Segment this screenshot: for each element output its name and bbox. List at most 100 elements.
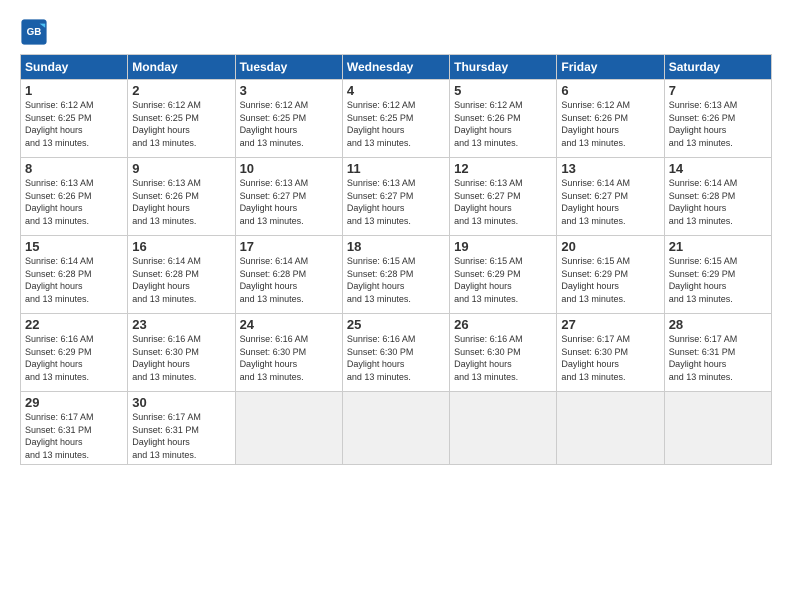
weekday-header: Thursday (450, 55, 557, 80)
day-number: 20 (561, 239, 659, 254)
calendar: SundayMondayTuesdayWednesdayThursdayFrid… (20, 54, 772, 465)
day-number: 14 (669, 161, 767, 176)
weekday-header: Monday (128, 55, 235, 80)
day-number: 15 (25, 239, 123, 254)
day-number: 10 (240, 161, 338, 176)
day-info: Sunrise: 6:17 AMSunset: 6:31 PMDaylight … (132, 411, 230, 461)
calendar-cell: 13Sunrise: 6:14 AMSunset: 6:27 PMDayligh… (557, 158, 664, 236)
calendar-cell: 1Sunrise: 6:12 AMSunset: 6:25 PMDaylight… (21, 80, 128, 158)
calendar-cell: 18Sunrise: 6:15 AMSunset: 6:28 PMDayligh… (342, 236, 449, 314)
calendar-cell: 10Sunrise: 6:13 AMSunset: 6:27 PMDayligh… (235, 158, 342, 236)
day-number: 29 (25, 395, 123, 410)
calendar-cell: 26Sunrise: 6:16 AMSunset: 6:30 PMDayligh… (450, 314, 557, 392)
logo: GB (20, 18, 50, 46)
calendar-cell: 3Sunrise: 6:12 AMSunset: 6:25 PMDaylight… (235, 80, 342, 158)
weekday-header: Saturday (664, 55, 771, 80)
day-info: Sunrise: 6:12 AMSunset: 6:25 PMDaylight … (132, 99, 230, 149)
day-number: 26 (454, 317, 552, 332)
calendar-cell: 27Sunrise: 6:17 AMSunset: 6:30 PMDayligh… (557, 314, 664, 392)
day-info: Sunrise: 6:12 AMSunset: 6:25 PMDaylight … (347, 99, 445, 149)
calendar-cell: 23Sunrise: 6:16 AMSunset: 6:30 PMDayligh… (128, 314, 235, 392)
header: GB (20, 18, 772, 46)
day-number: 8 (25, 161, 123, 176)
day-number: 16 (132, 239, 230, 254)
day-info: Sunrise: 6:14 AMSunset: 6:28 PMDaylight … (240, 255, 338, 305)
calendar-cell: 16Sunrise: 6:14 AMSunset: 6:28 PMDayligh… (128, 236, 235, 314)
day-number: 24 (240, 317, 338, 332)
calendar-cell (557, 392, 664, 465)
logo-icon: GB (20, 18, 48, 46)
calendar-cell: 22Sunrise: 6:16 AMSunset: 6:29 PMDayligh… (21, 314, 128, 392)
calendar-cell: 12Sunrise: 6:13 AMSunset: 6:27 PMDayligh… (450, 158, 557, 236)
day-number: 9 (132, 161, 230, 176)
day-number: 18 (347, 239, 445, 254)
day-info: Sunrise: 6:15 AMSunset: 6:29 PMDaylight … (561, 255, 659, 305)
calendar-week-row: 8Sunrise: 6:13 AMSunset: 6:26 PMDaylight… (21, 158, 772, 236)
day-number: 12 (454, 161, 552, 176)
day-number: 7 (669, 83, 767, 98)
day-info: Sunrise: 6:16 AMSunset: 6:30 PMDaylight … (132, 333, 230, 383)
calendar-cell: 2Sunrise: 6:12 AMSunset: 6:25 PMDaylight… (128, 80, 235, 158)
day-info: Sunrise: 6:13 AMSunset: 6:27 PMDaylight … (240, 177, 338, 227)
calendar-cell (664, 392, 771, 465)
day-info: Sunrise: 6:12 AMSunset: 6:25 PMDaylight … (240, 99, 338, 149)
calendar-cell: 4Sunrise: 6:12 AMSunset: 6:25 PMDaylight… (342, 80, 449, 158)
calendar-cell: 20Sunrise: 6:15 AMSunset: 6:29 PMDayligh… (557, 236, 664, 314)
day-info: Sunrise: 6:12 AMSunset: 6:26 PMDaylight … (454, 99, 552, 149)
weekday-header: Friday (557, 55, 664, 80)
day-info: Sunrise: 6:13 AMSunset: 6:26 PMDaylight … (25, 177, 123, 227)
day-info: Sunrise: 6:15 AMSunset: 6:28 PMDaylight … (347, 255, 445, 305)
calendar-cell: 15Sunrise: 6:14 AMSunset: 6:28 PMDayligh… (21, 236, 128, 314)
calendar-cell: 28Sunrise: 6:17 AMSunset: 6:31 PMDayligh… (664, 314, 771, 392)
day-number: 5 (454, 83, 552, 98)
day-number: 21 (669, 239, 767, 254)
calendar-cell: 24Sunrise: 6:16 AMSunset: 6:30 PMDayligh… (235, 314, 342, 392)
day-number: 27 (561, 317, 659, 332)
day-number: 6 (561, 83, 659, 98)
calendar-cell: 5Sunrise: 6:12 AMSunset: 6:26 PMDaylight… (450, 80, 557, 158)
day-number: 22 (25, 317, 123, 332)
day-info: Sunrise: 6:17 AMSunset: 6:31 PMDaylight … (25, 411, 123, 461)
day-info: Sunrise: 6:13 AMSunset: 6:27 PMDaylight … (454, 177, 552, 227)
day-info: Sunrise: 6:14 AMSunset: 6:28 PMDaylight … (669, 177, 767, 227)
day-info: Sunrise: 6:14 AMSunset: 6:27 PMDaylight … (561, 177, 659, 227)
day-number: 17 (240, 239, 338, 254)
calendar-cell: 6Sunrise: 6:12 AMSunset: 6:26 PMDaylight… (557, 80, 664, 158)
day-info: Sunrise: 6:16 AMSunset: 6:29 PMDaylight … (25, 333, 123, 383)
day-number: 3 (240, 83, 338, 98)
day-info: Sunrise: 6:14 AMSunset: 6:28 PMDaylight … (132, 255, 230, 305)
day-number: 19 (454, 239, 552, 254)
calendar-cell: 25Sunrise: 6:16 AMSunset: 6:30 PMDayligh… (342, 314, 449, 392)
day-info: Sunrise: 6:13 AMSunset: 6:27 PMDaylight … (347, 177, 445, 227)
page: GB SundayMondayTuesdayWednesdayThursdayF… (0, 0, 792, 612)
day-info: Sunrise: 6:16 AMSunset: 6:30 PMDaylight … (240, 333, 338, 383)
calendar-cell: 19Sunrise: 6:15 AMSunset: 6:29 PMDayligh… (450, 236, 557, 314)
day-number: 23 (132, 317, 230, 332)
calendar-cell: 7Sunrise: 6:13 AMSunset: 6:26 PMDaylight… (664, 80, 771, 158)
day-number: 1 (25, 83, 123, 98)
calendar-week-row: 22Sunrise: 6:16 AMSunset: 6:29 PMDayligh… (21, 314, 772, 392)
calendar-cell: 9Sunrise: 6:13 AMSunset: 6:26 PMDaylight… (128, 158, 235, 236)
calendar-cell: 21Sunrise: 6:15 AMSunset: 6:29 PMDayligh… (664, 236, 771, 314)
weekday-header: Tuesday (235, 55, 342, 80)
calendar-week-row: 15 Sunrise: 6:14 AMSunset: 6:28 PMDayligh… (21, 236, 772, 314)
weekday-header: Wednesday (342, 55, 449, 80)
day-number: 13 (561, 161, 659, 176)
weekday-header: Sunday (21, 55, 128, 80)
day-number: 25 (347, 317, 445, 332)
day-info: Sunrise: 6:12 AMSunset: 6:26 PMDaylight … (561, 99, 659, 149)
day-number: 4 (347, 83, 445, 98)
day-info: Sunrise: 6:16 AMSunset: 6:30 PMDaylight … (454, 333, 552, 383)
day-number: 28 (669, 317, 767, 332)
calendar-cell: 17Sunrise: 6:14 AMSunset: 6:28 PMDayligh… (235, 236, 342, 314)
day-info: Sunrise: 6:16 AMSunset: 6:30 PMDaylight … (347, 333, 445, 383)
day-info: Sunrise: 6:13 AMSunset: 6:26 PMDaylight … (132, 177, 230, 227)
day-info: Sunrise: 6:13 AMSunset: 6:26 PMDaylight … (669, 99, 767, 149)
day-info: Sunrise: 6:15 AMSunset: 6:29 PMDaylight … (454, 255, 552, 305)
calendar-cell: 11Sunrise: 6:13 AMSunset: 6:27 PMDayligh… (342, 158, 449, 236)
calendar-cell (450, 392, 557, 465)
calendar-cell: 14Sunrise: 6:14 AMSunset: 6:28 PMDayligh… (664, 158, 771, 236)
day-number: 2 (132, 83, 230, 98)
day-number: 11 (347, 161, 445, 176)
calendar-cell (342, 392, 449, 465)
